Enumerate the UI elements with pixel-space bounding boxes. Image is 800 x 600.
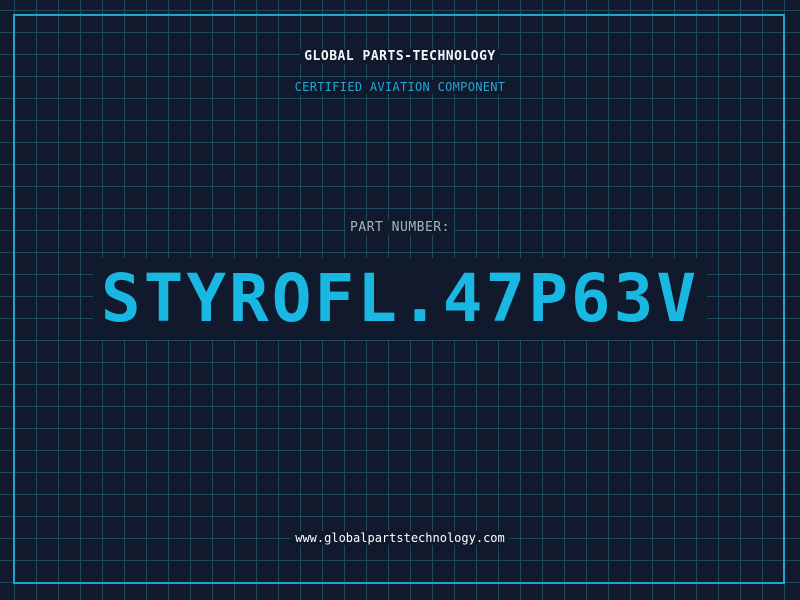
certification-subtitle: CERTIFIED AVIATION COMPONENT (0, 80, 800, 94)
company-name: GLOBAL PARTS-TECHNOLOGY (0, 49, 800, 64)
part-number-value: STYROFL.47P63V (0, 258, 800, 340)
part-number-value-text: STYROFL.47P63V (92, 258, 708, 340)
certification-subtitle-text: CERTIFIED AVIATION COMPONENT (290, 80, 510, 94)
label-canvas: GLOBAL PARTS-TECHNOLOGY CERTIFIED AVIATI… (0, 0, 800, 600)
part-number-label-text: PART NUMBER: (346, 220, 454, 235)
part-number-label: PART NUMBER: (0, 220, 800, 235)
website-url-text: www.globalpartstechnology.com (291, 531, 509, 545)
company-name-text: GLOBAL PARTS-TECHNOLOGY (300, 49, 500, 64)
website-url: www.globalpartstechnology.com (0, 531, 800, 545)
